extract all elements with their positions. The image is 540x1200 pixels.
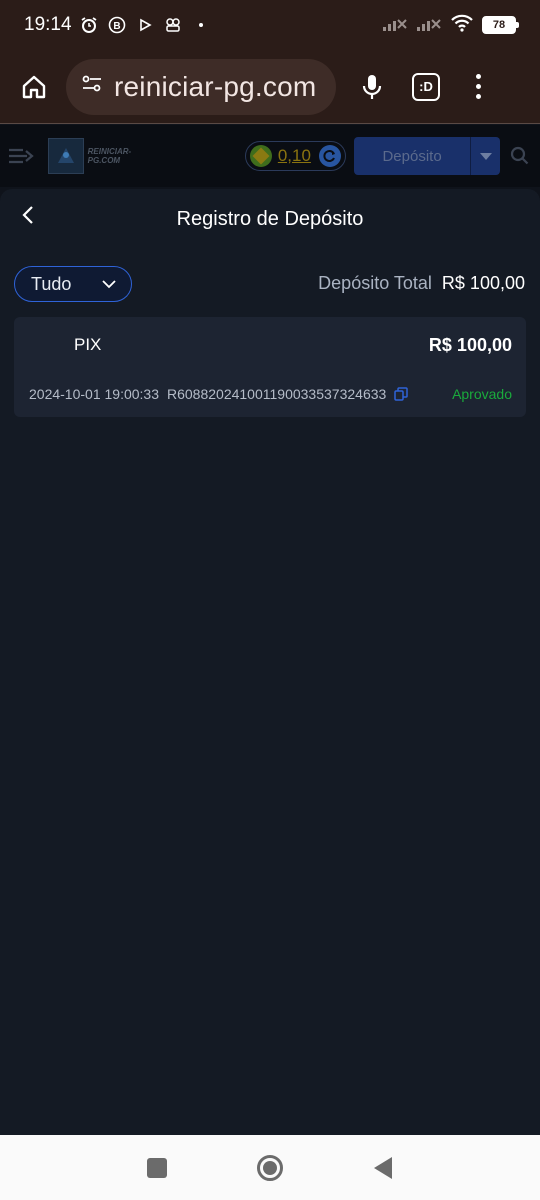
menu-dot — [475, 94, 481, 99]
deposit-history-panel: Registro de Depósito Tudo Depósito Total… — [0, 189, 540, 1135]
address-bar[interactable]: reiniciar-pg.com — [66, 58, 336, 115]
recent-apps-button[interactable] — [140, 1151, 174, 1185]
record-order-id: R608820241001190033537324633 — [167, 386, 387, 402]
home-button[interactable] — [14, 67, 54, 107]
browser-menu-button[interactable] — [468, 67, 488, 107]
header-deposit-button[interactable]: Depósito — [353, 137, 501, 175]
status-filter-dropdown[interactable]: Tudo — [14, 266, 132, 302]
deposit-total: Depósito Total R$ 100,00 — [318, 273, 525, 294]
svg-text:B: B — [113, 21, 120, 32]
signal-icon — [382, 14, 408, 37]
header-deposit-label: Depósito — [382, 147, 442, 165]
site-header: REINICIAR-PG.COM 0,10 Depósito — [0, 125, 540, 187]
microphone-icon — [362, 74, 382, 99]
status-time: 19:14 — [24, 14, 72, 35]
android-navigation-bar — [0, 1135, 540, 1200]
record-method: PIX — [74, 335, 102, 354]
copy-icon[interactable] — [394, 387, 409, 401]
balance-value: 0,10 — [277, 146, 311, 165]
wifi-icon — [450, 14, 474, 37]
play-icon — [136, 16, 154, 34]
battery-icon: 78 — [482, 16, 519, 34]
chevron-down-icon — [101, 276, 117, 292]
sidebar-toggle-icon[interactable] — [8, 146, 34, 166]
record-status: Aprovado — [452, 386, 512, 402]
deposit-record: PIX R$ 100,00 2024-10-01 19:00:33 R60882… — [14, 317, 526, 417]
balance-display[interactable]: 0,10 — [244, 141, 346, 171]
signal-icon — [416, 14, 442, 37]
deposit-total-value: R$ 100,00 — [441, 273, 525, 293]
dot-icon — [192, 16, 210, 34]
android-status-bar: 19:14 B 78 — [0, 0, 540, 50]
home-nav-button[interactable] — [253, 1151, 287, 1185]
alarm-icon — [80, 16, 98, 34]
back-nav-button[interactable] — [366, 1151, 400, 1185]
status-notification-icons: B — [80, 16, 210, 34]
chevron-down-icon[interactable] — [470, 137, 500, 175]
puzzle-icon — [164, 16, 182, 34]
record-amount: R$ 100,00 — [428, 335, 512, 355]
brazil-flag-icon — [249, 145, 272, 167]
menu-dot — [475, 84, 481, 89]
square-icon — [146, 1157, 167, 1178]
status-system-icons: 78 — [382, 14, 519, 37]
record-datetime: 2024-10-01 19:00:33 — [29, 386, 159, 402]
browser-toolbar: reiniciar-pg.com :D — [0, 50, 540, 124]
search-icon[interactable] — [508, 144, 532, 168]
voice-search-button[interactable] — [352, 67, 392, 107]
deposit-total-label: Depósito Total — [318, 273, 432, 293]
circle-icon — [256, 1154, 283, 1181]
home-icon — [22, 75, 46, 98]
filter-selected-value: Tudo — [31, 273, 72, 294]
refresh-icon[interactable] — [318, 145, 341, 167]
page-title: Registro de Depósito — [176, 208, 364, 230]
tab-switcher-button[interactable]: :D — [412, 72, 440, 101]
site-settings-icon[interactable] — [80, 72, 104, 101]
triangle-back-icon — [374, 1156, 393, 1179]
record-meta: 2024-10-01 19:00:33 R6088202410011900335… — [29, 386, 409, 402]
site-logo[interactable] — [48, 138, 84, 174]
menu-dot — [475, 74, 481, 79]
b-badge-icon: B — [108, 16, 126, 34]
site-logo-text: REINICIAR-PG.COM — [87, 147, 132, 165]
url-text[interactable]: reiniciar-pg.com — [114, 71, 316, 103]
